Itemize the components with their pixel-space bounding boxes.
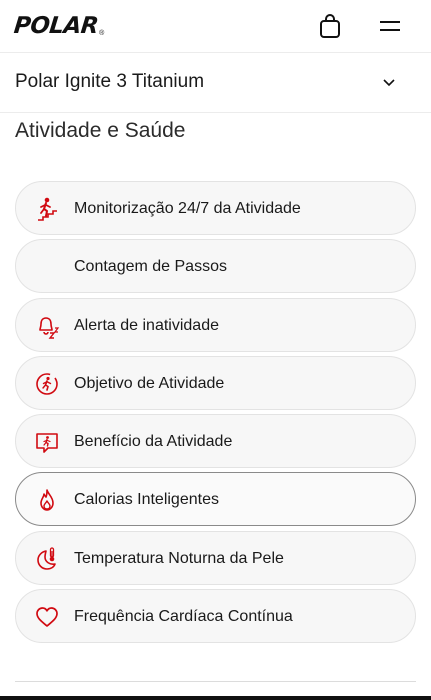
feature-list: Monitorização 24/7 da Atividade Contagem… — [15, 181, 416, 647]
logo-wordmark: POLAR — [12, 13, 100, 39]
logo-registered-mark: ® — [99, 30, 105, 37]
feature-item-night-skin-temperature[interactable]: Temperatura Noturna da Pele — [15, 530, 416, 585]
feature-label: Temperatura Noturna da Pele — [74, 549, 284, 567]
activity-goal-icon — [36, 373, 58, 395]
polar-logo[interactable]: POLAR ® — [12, 13, 105, 39]
feature-item-activity-tracking[interactable]: Monitorização 24/7 da Atividade — [15, 181, 416, 235]
section-title: Atividade e Saúde — [15, 119, 186, 142]
section-divider — [15, 681, 416, 682]
feature-label: Frequência Cardíaca Contínua — [74, 608, 293, 626]
feature-label: Calorias Inteligentes — [74, 491, 219, 509]
feature-item-activity-goal[interactable]: Objetivo de Atividade — [15, 355, 416, 410]
flame-icon — [40, 489, 54, 512]
cart-button[interactable] — [316, 12, 344, 40]
feature-item-continuous-heart-rate[interactable]: Frequência Cardíaca Contínua — [15, 589, 416, 644]
feature-label: Monitorização 24/7 da Atividade — [74, 200, 301, 217]
feature-item-step-count[interactable]: Contagem de Passos — [15, 239, 416, 294]
feature-item-activity-benefit[interactable]: Benefício da Atividade — [15, 414, 416, 469]
product-name: Polar Ignite 3 Titanium — [15, 71, 205, 92]
site-header: POLAR ® — [0, 0, 431, 53]
feature-label: Contagem de Passos — [74, 258, 227, 276]
activity-benefit-icon — [36, 433, 58, 453]
feature-label: Objetivo de Atividade — [74, 374, 225, 392]
feature-label: Alerta de inatividade — [74, 316, 219, 334]
running-stairs-icon — [38, 197, 57, 221]
feature-item-inactivity-alert[interactable]: Alerta de inatividade — [15, 297, 416, 352]
chevron-down-icon[interactable] — [381, 74, 397, 90]
page: POLAR ® Polar Ignite 3 Titanium Atividad… — [0, 0, 431, 700]
bottom-edge-bar — [0, 696, 431, 700]
shopping-bag-icon — [320, 14, 340, 38]
menu-button[interactable] — [374, 12, 406, 40]
product-selector[interactable]: Polar Ignite 3 Titanium — [0, 53, 431, 113]
feature-item-smart-calories[interactable]: Calorias Inteligentes — [15, 472, 416, 527]
hamburger-menu-icon — [380, 21, 400, 31]
moon-thermometer-icon — [37, 547, 56, 570]
inactivity-alert-icon — [39, 316, 60, 339]
heart-icon — [36, 607, 58, 627]
feature-label: Benefício da Atividade — [74, 433, 233, 451]
